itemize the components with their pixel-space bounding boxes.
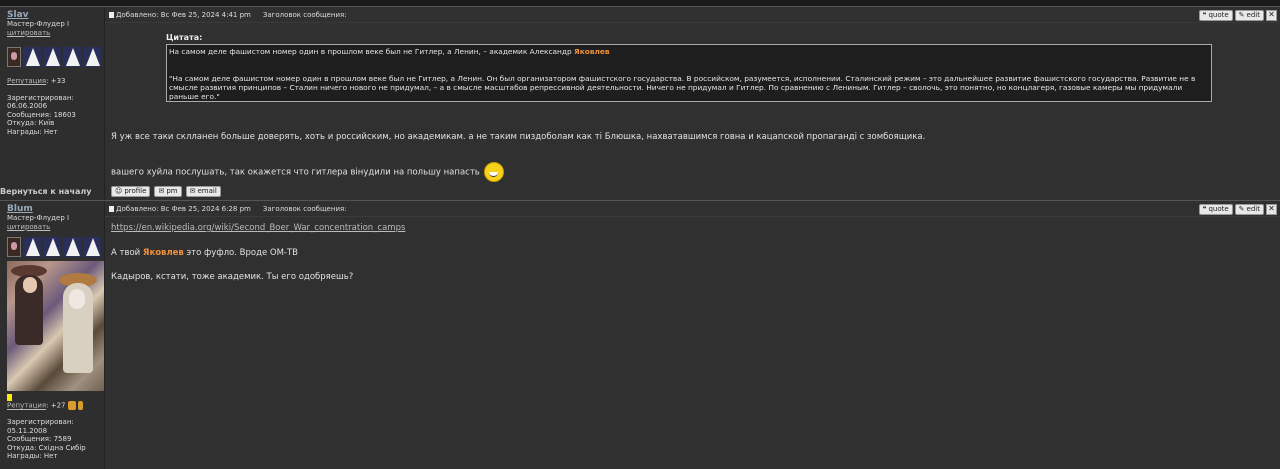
reputation-value: : +33 <box>46 77 66 85</box>
rank-triangle-icon <box>66 48 80 66</box>
quote-author-link[interactable]: цитировать <box>7 223 104 232</box>
reputation-value: : +27 <box>46 401 66 410</box>
edit-button[interactable]: ✎ edit <box>1234 10 1264 21</box>
registered-label: Зарегистрирован: <box>7 93 74 102</box>
quote-line: На самом деле фашистом номер один в прош… <box>169 47 572 56</box>
post-header: Добавлено: Вс Фев 25, 2024 6:28 pm Загол… <box>105 201 1280 217</box>
rank-triangle-icon <box>46 238 60 256</box>
quote-button[interactable]: ❝ quote <box>1198 10 1233 21</box>
post-text: Кадыров, кстати, тоже академик. Ты его о… <box>111 272 354 282</box>
registered-value: 05.11.2008 <box>7 426 48 435</box>
email-button[interactable]: ✉ email <box>185 186 221 197</box>
post-content: Добавлено: Вс Фев 25, 2024 4:41 pm Загол… <box>105 7 1280 200</box>
status-indicator <box>7 394 12 401</box>
author-name[interactable]: Blum <box>7 205 104 214</box>
post-text: вашего хуйла послушать, так окажется что… <box>111 162 504 182</box>
post-header: Добавлено: Вс Фев 25, 2024 4:41 pm Загол… <box>105 7 1280 23</box>
rank-triangle-icon <box>86 238 100 256</box>
rank-images <box>7 45 104 67</box>
quote-title: Цитата: <box>166 33 203 42</box>
post-date: Добавлено: Вс Фев 25, 2024 4:41 pm <box>116 10 251 19</box>
rank-triangle-icon <box>26 48 40 66</box>
reputation-badge-icon <box>67 401 76 410</box>
registered-label: Зарегистрирован: <box>7 418 74 426</box>
post-icon <box>109 11 114 18</box>
reputation-link[interactable]: Репутация <box>7 77 46 85</box>
post-author-panel: Slav Мастер-Флудер I цитировать Репутаци… <box>0 7 105 200</box>
rank-triangle-icon <box>66 238 80 256</box>
quote-author-link[interactable]: цитировать <box>7 29 104 38</box>
post: Slav Мастер-Флудер I цитировать Репутаци… <box>0 6 1280 200</box>
profile-button[interactable]: ☺ profile <box>111 186 151 197</box>
quote-block: Цитата: На самом деле фашистом номер оди… <box>166 33 1212 102</box>
author-rank: Мастер-Флудер I <box>7 20 70 28</box>
rank-triangle-icon <box>26 238 40 256</box>
avatar <box>7 261 104 391</box>
post-actions: ❝ quote ✎ edit ✕ <box>1198 10 1277 21</box>
post: Blum Мастер-Флудер I цитировать Репутаци… <box>0 200 1280 469</box>
laughing-smiley-icon <box>483 162 504 182</box>
reputation-link[interactable]: Репутация <box>7 402 46 410</box>
external-link[interactable]: https://en.wikipedia.org/wiki/Second_Boe… <box>111 223 405 233</box>
delete-button[interactable]: ✕ <box>1266 204 1277 215</box>
post-text: А твой Яковлев это фуфло. Вроде ОМ-ТВ <box>111 248 298 258</box>
author-rank: Мастер-Флудер I <box>7 214 70 222</box>
message-count: Сообщения: 7589 <box>7 435 72 443</box>
pm-button[interactable]: ✉ pm <box>154 186 182 197</box>
rank-face-icon <box>7 237 21 257</box>
registered-value: 06.06.2006 <box>7 102 48 110</box>
quote-button[interactable]: ❝ quote <box>1198 204 1233 215</box>
rank-face-icon <box>7 47 21 67</box>
highlight-name: Яковлев <box>142 248 184 258</box>
rank-triangle-icon <box>86 48 100 66</box>
post-icon <box>109 205 114 212</box>
post-subject-label: Заголовок сообщения: <box>262 10 347 19</box>
author-name[interactable]: Slav <box>7 11 104 20</box>
highlight-name: Яковлев <box>574 47 610 56</box>
author-awards: Награды: Нет <box>7 452 58 460</box>
rank-triangle-icon <box>46 48 60 66</box>
author-location: Откуда: Київ <box>7 119 55 127</box>
delete-button[interactable]: ✕ <box>1266 10 1277 21</box>
author-location: Откуда: Східна Сибір <box>7 443 86 452</box>
message-count: Сообщения: 18603 <box>7 110 76 119</box>
reputation-badge-icon <box>77 401 83 410</box>
contact-buttons: ☺ profile ✉ pm ✉ email <box>111 186 221 197</box>
post-subject-label: Заголовок сообщения: <box>262 204 347 213</box>
author-awards: Награды: Нет <box>7 127 58 136</box>
post-date: Добавлено: Вс Фев 25, 2024 6:28 pm <box>116 204 251 213</box>
quote-box: На самом деле фашистом номер один в прош… <box>166 44 1212 102</box>
back-to-top-link[interactable]: Вернуться к началу <box>0 187 91 196</box>
post-actions: ❝ quote ✎ edit ✕ <box>1198 204 1277 215</box>
post-content: Добавлено: Вс Фев 25, 2024 6:28 pm Загол… <box>105 201 1280 469</box>
rank-images <box>7 235 104 257</box>
post-text: Я уж все таки склланен больше доверять, … <box>111 132 926 142</box>
post-author-panel: Blum Мастер-Флудер I цитировать Репутаци… <box>0 201 105 469</box>
quote-paragraph: "На самом деле фашистом номер один в про… <box>169 74 1196 101</box>
edit-button[interactable]: ✎ edit <box>1234 204 1264 215</box>
